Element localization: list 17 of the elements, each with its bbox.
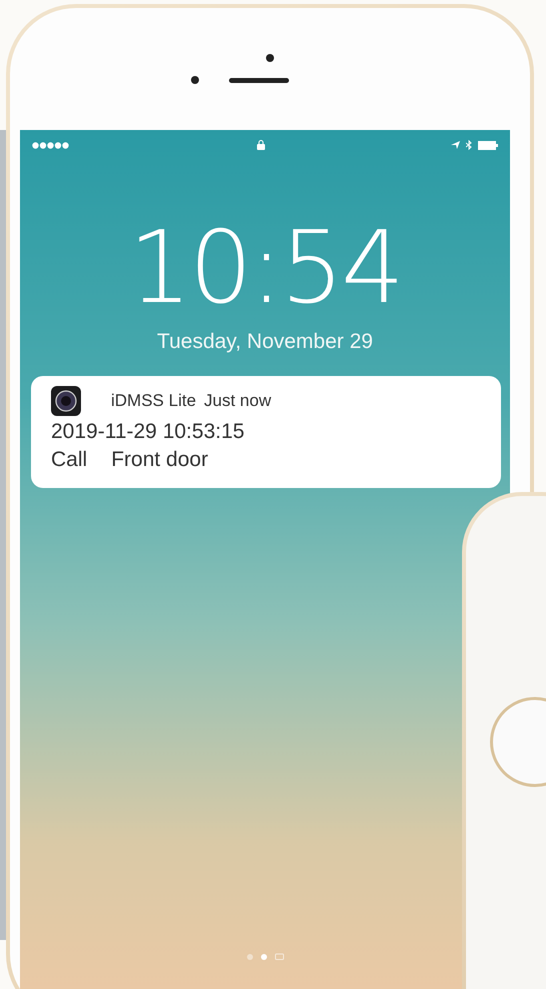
event-type: Call — [51, 448, 88, 472]
notification-datetime: 2019-11-29 10:53:15 — [51, 420, 244, 444]
date-text: Tuesday, November 29 — [157, 330, 373, 354]
battery-icon — [478, 140, 498, 150]
camera-icon — [266, 54, 274, 62]
signal-icon — [32, 142, 70, 148]
camera-app-icon — [51, 386, 81, 416]
app-name: iDMSS Lite — [111, 391, 196, 411]
bluetooth-icon — [466, 140, 472, 150]
event-location: Front door — [111, 448, 208, 472]
notification-card[interactable]: iDMSS Lite Just now 2019-11-29 10:53:15 Call Front door — [31, 376, 501, 488]
lock-icon — [256, 140, 264, 150]
clock-time: 10:54 — [128, 218, 402, 318]
speaker-icon — [229, 78, 289, 82]
location-icon — [451, 141, 460, 149]
timestamp: Just now — [204, 391, 272, 411]
sensor-icon — [191, 76, 199, 84]
